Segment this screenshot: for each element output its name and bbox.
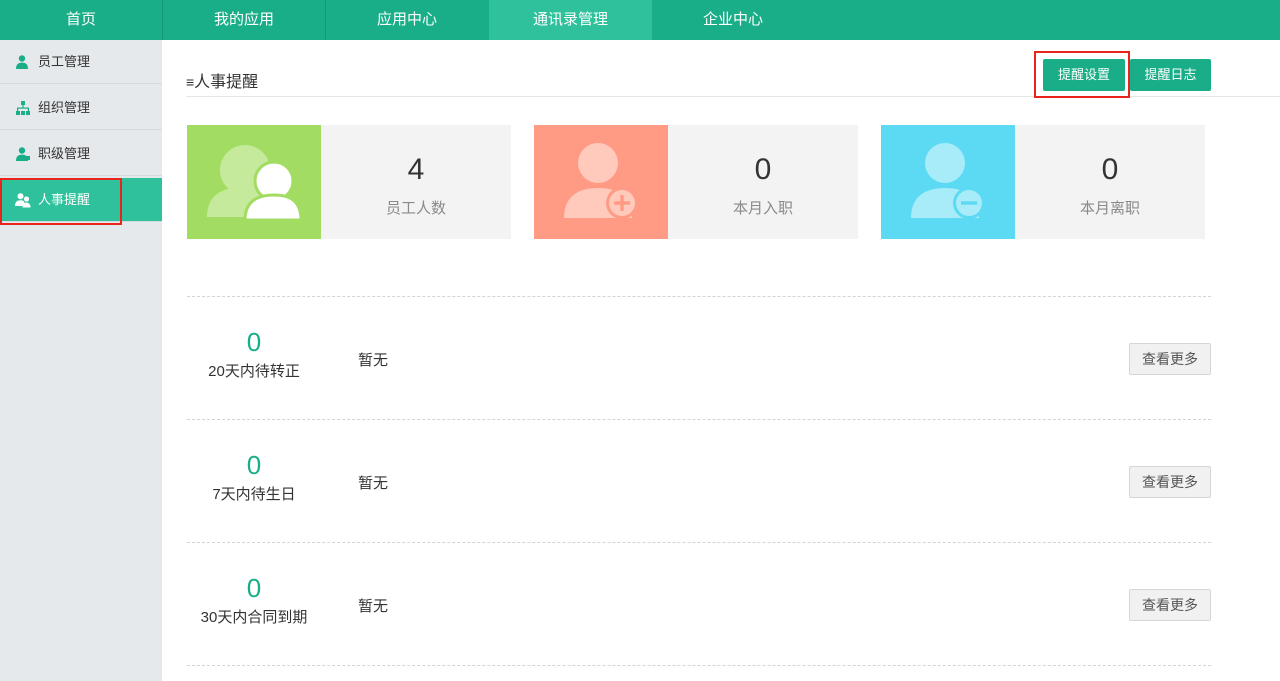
reminder-count: 0 — [246, 327, 262, 357]
stat-value: 4 — [407, 153, 425, 186]
org-tree-icon — [16, 101, 30, 115]
stat-card-employee-count: 4 员工人数 — [187, 125, 511, 239]
row-divider — [187, 419, 1211, 420]
row-divider — [187, 665, 1211, 666]
reminder-label: 7天内待生日 — [212, 486, 296, 503]
stat-card-icon-area — [187, 125, 321, 239]
page-title: ≡人事提醒 — [186, 74, 259, 91]
nav-tab-my-apps[interactable]: 我的应用 — [163, 0, 325, 40]
highlight-box — [1034, 51, 1130, 98]
list-icon: ≡ — [186, 74, 195, 90]
reminder-log-button[interactable]: 提醒日志 — [1130, 59, 1211, 91]
reminder-count: 0 — [246, 573, 262, 603]
reminder-content: 暂无 — [358, 352, 389, 369]
stat-value: 0 — [1101, 153, 1119, 186]
stat-label: 本月离职 — [1079, 200, 1140, 217]
stat-label: 员工人数 — [385, 200, 446, 217]
sidebar-item-label: 职级管理 — [38, 146, 91, 161]
reminder-label: 20天内待转正 — [208, 363, 300, 380]
users-icon — [207, 145, 303, 222]
sidebar-item-employee-management[interactable]: 员工管理 — [0, 40, 162, 84]
user-level-icon — [16, 147, 30, 161]
stat-card-icon-area — [881, 125, 1015, 239]
nav-tab-contacts-management[interactable]: 通讯录管理 — [489, 0, 652, 40]
sidebar-item-level-management[interactable]: 职级管理 — [0, 132, 162, 176]
nav-tab-enterprise-center[interactable]: 企业中心 — [652, 0, 814, 40]
view-more-button[interactable]: 查看更多 — [1129, 466, 1211, 498]
reminder-count: 0 — [246, 450, 262, 480]
row-divider — [187, 542, 1211, 543]
stat-card-icon-area — [534, 125, 668, 239]
sidebar-item-org-management[interactable]: 组织管理 — [0, 86, 162, 130]
sidebar-item-label: 员工管理 — [38, 54, 91, 69]
row-divider — [187, 296, 1211, 297]
stat-label: 本月入职 — [732, 200, 793, 217]
view-more-button[interactable]: 查看更多 — [1129, 589, 1211, 621]
stat-card-monthly-onboard: 0 本月入职 — [534, 125, 858, 239]
nav-tab-home[interactable]: 首页 — [0, 0, 162, 40]
nav-tab-app-center[interactable]: 应用中心 — [326, 0, 488, 40]
sidebar: 员工管理 组织管理 职级管理 人事提醒 — [0, 40, 162, 681]
user-remove-icon — [911, 143, 985, 219]
user-add-icon — [564, 143, 638, 219]
sidebar-item-label: 组织管理 — [38, 100, 91, 115]
view-more-button[interactable]: 查看更多 — [1129, 343, 1211, 375]
reminder-label: 30天内合同到期 — [200, 609, 308, 626]
highlight-box — [0, 178, 122, 225]
reminder-content: 暂无 — [358, 475, 389, 492]
reminder-content: 暂无 — [358, 598, 389, 615]
user-icon — [16, 55, 28, 69]
top-nav: 首页 我的应用 应用中心 通讯录管理 企业中心 — [0, 0, 1280, 40]
stat-value: 0 — [754, 153, 772, 186]
stat-card-monthly-leave: 0 本月离职 — [881, 125, 1205, 239]
